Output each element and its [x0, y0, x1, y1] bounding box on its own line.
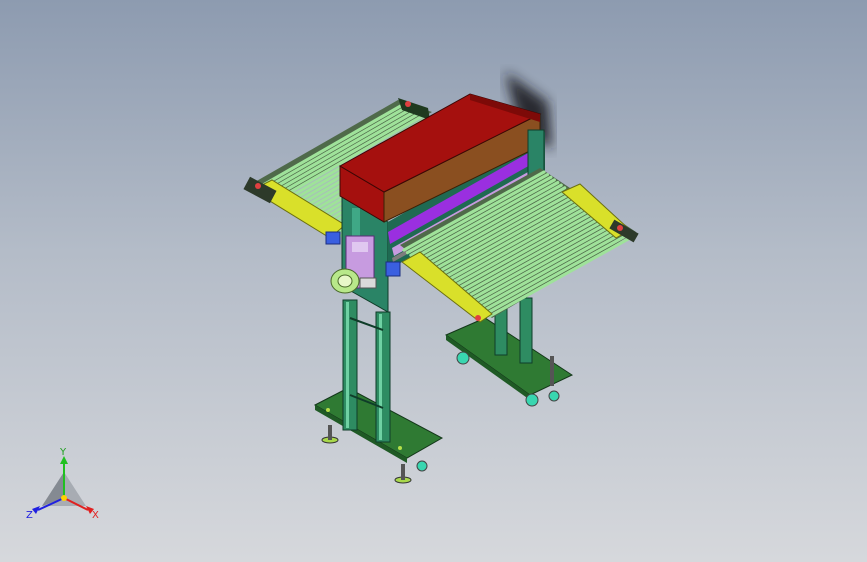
right-leg-back [519, 297, 533, 364]
z-axis-label: Z [26, 510, 33, 521]
x-axis-label: X [92, 510, 99, 521]
cad-viewport[interactable]: Y X Z [0, 0, 867, 562]
blue-block [385, 261, 401, 277]
left-leg-back [375, 311, 391, 443]
orientation-triad[interactable]: Y X Z [22, 446, 106, 526]
left-stand [313, 299, 444, 484]
conveyor-machine-model [243, 72, 639, 484]
y-axis-label: Y [59, 447, 67, 458]
right-stand [444, 297, 574, 407]
blue-block [325, 231, 341, 245]
caster-wheel [525, 393, 539, 407]
caster-wheel [548, 390, 560, 402]
caster-wheel [456, 351, 470, 365]
caster-wheel [416, 460, 428, 472]
